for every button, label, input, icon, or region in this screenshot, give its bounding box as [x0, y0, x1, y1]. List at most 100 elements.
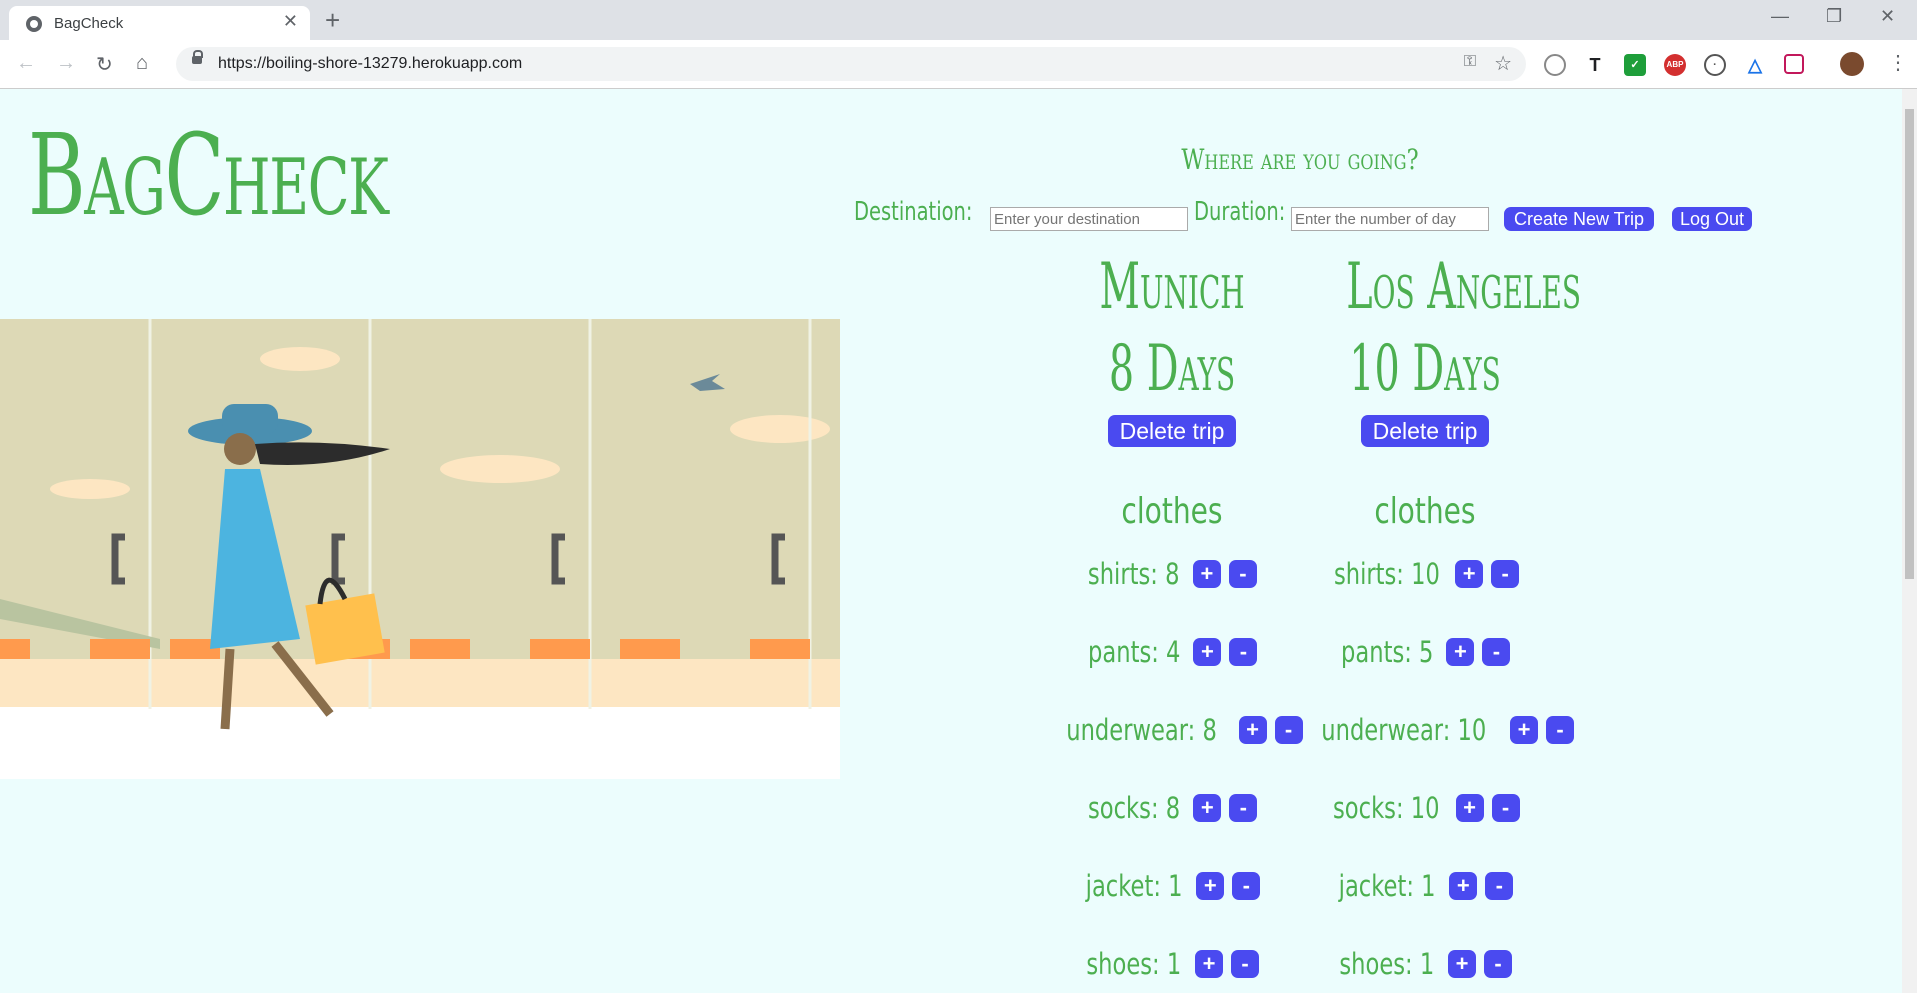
trip-duration: 8 Days [1108, 332, 1236, 406]
decrement-button[interactable]: - [1485, 872, 1514, 900]
list-item: pants: 4 + - [1045, 635, 1299, 713]
globe-icon [26, 16, 42, 32]
browser-tab-bar: BagCheck ✕ + — ❐ ✕ [0, 0, 1917, 40]
item-text: jacket: 1 [1338, 869, 1436, 903]
forward-icon[interactable]: → [56, 52, 76, 75]
list-item: socks: 10 + - [1298, 791, 1552, 869]
decrement-button[interactable]: - [1482, 638, 1511, 666]
increment-button[interactable]: + [1446, 638, 1475, 666]
decrement-button[interactable]: - [1232, 872, 1261, 900]
bookmark-star-icon[interactable]: ☆ [1494, 51, 1512, 76]
increment-button[interactable]: + [1195, 950, 1224, 978]
lock-icon [192, 50, 203, 64]
decrement-button[interactable]: - [1491, 560, 1520, 588]
item-text: shoes: 1 [1339, 947, 1435, 981]
trip-destination: Munich [1099, 250, 1245, 324]
delete-trip-button[interactable]: Delete trip [1361, 415, 1489, 447]
list-item: shirts: 10 + - [1298, 557, 1552, 635]
back-icon[interactable]: ← [16, 52, 36, 75]
new-trip-form: Destination: Duration: Create New Trip L… [854, 197, 1754, 237]
category-heading: clothes [1374, 491, 1476, 532]
item-list: shirts: 8 + - pants: 4 + - underwear: 8 + -… [1045, 557, 1303, 993]
destination-input[interactable] [990, 207, 1188, 231]
new-tab-icon[interactable]: + [325, 5, 340, 35]
category-heading: clothes [1121, 491, 1223, 532]
item-text: pants: 5 [1340, 635, 1433, 669]
list-item: pants: 5 + - [1298, 635, 1552, 713]
increment-button[interactable]: + [1448, 950, 1477, 978]
list-item: shirts: 8 + - [1045, 557, 1299, 635]
extension-dot-icon[interactable]: · [1704, 54, 1726, 76]
item-text: underwear: 10 [1321, 713, 1487, 747]
url-text: https://boiling-shore-13279.herokuapp.co… [218, 55, 523, 72]
destination-label: Destination: [854, 197, 973, 227]
minimize-icon[interactable]: — [1771, 6, 1789, 27]
adblock-icon[interactable]: ABP [1664, 54, 1686, 76]
hero-illustration [0, 319, 840, 779]
close-tab-icon[interactable]: ✕ [283, 11, 298, 32]
extension-triangle-icon[interactable]: △ [1744, 54, 1766, 76]
item-text: socks: 10 [1333, 791, 1441, 825]
list-item: socks: 8 + - [1045, 791, 1299, 869]
list-item: underwear: 10 + - [1298, 713, 1575, 791]
decrement-button[interactable]: - [1229, 794, 1258, 822]
trip-card: Los Angeles 10 Days Delete trip clothes … [1298, 249, 1581, 993]
decrement-button[interactable]: - [1229, 638, 1258, 666]
profile-avatar[interactable] [1840, 52, 1864, 76]
increment-button[interactable]: + [1192, 560, 1221, 588]
item-text: pants: 4 [1087, 635, 1180, 669]
decrement-button[interactable]: - [1546, 716, 1575, 744]
tab-title: BagCheck [54, 15, 124, 32]
item-text: shirts: 8 [1087, 557, 1180, 591]
extension-pocket-icon[interactable] [1784, 54, 1804, 74]
list-item: shoes: 1 + - [1298, 947, 1552, 993]
address-bar[interactable]: https://boiling-shore-13279.herokuapp.co… [176, 47, 1526, 81]
item-text: jacket: 1 [1085, 869, 1183, 903]
list-item: jacket: 1 + - [1045, 869, 1299, 947]
logout-button[interactable]: Log Out [1672, 207, 1752, 231]
decrement-button[interactable]: - [1228, 560, 1257, 588]
reload-icon[interactable]: ↻ [96, 52, 113, 77]
increment-button[interactable]: + [1455, 794, 1484, 822]
list-item: shoes: 1 + - [1045, 947, 1299, 993]
duration-label: Duration: [1194, 197, 1286, 227]
decrement-button[interactable]: - [1491, 794, 1520, 822]
where-heading: Where are you going? [1181, 143, 1419, 176]
increment-button[interactable]: + [1193, 638, 1222, 666]
list-item: jacket: 1 + - [1298, 869, 1552, 947]
duration-input[interactable] [1291, 207, 1489, 231]
trip-duration: 10 Days [1349, 332, 1501, 406]
home-icon[interactable]: ⌂ [136, 52, 148, 75]
page-scrollbar[interactable] [1902, 89, 1917, 993]
increment-button[interactable]: + [1510, 716, 1539, 744]
item-text: socks: 8 [1087, 791, 1180, 825]
increment-button[interactable]: + [1455, 560, 1484, 588]
create-trip-button[interactable]: Create New Trip [1504, 207, 1654, 231]
list-item: underwear: 8 + - [1045, 713, 1303, 791]
browser-tab[interactable]: BagCheck ✕ [9, 6, 310, 40]
increment-button[interactable]: + [1449, 872, 1478, 900]
item-text: shoes: 1 [1086, 947, 1182, 981]
browser-menu-icon[interactable]: ⋮ [1888, 50, 1908, 75]
trip-card: Munich 8 Days Delete trip clothes shirts… [1045, 249, 1303, 993]
window-close-icon[interactable]: ✕ [1880, 6, 1895, 27]
extension-check-icon[interactable]: ✓ [1624, 54, 1646, 76]
app-logo: BagCheck [28, 111, 389, 241]
item-list: shirts: 10 + - pants: 5 + - underwear: 10 … [1298, 557, 1575, 993]
increment-button[interactable]: + [1193, 794, 1222, 822]
trip-destination: Los Angeles [1346, 250, 1581, 324]
browser-toolbar: ← → ↻ ⌂ https://boiling-shore-13279.hero… [0, 40, 1917, 89]
key-icon[interactable]: ⚿ [1464, 53, 1476, 71]
page-content: BagCheck Where are you going? Destinatio… [0, 89, 1902, 993]
increment-button[interactable]: + [1238, 716, 1267, 744]
decrement-button[interactable]: - [1231, 950, 1260, 978]
scrollbar-thumb[interactable] [1905, 109, 1914, 579]
item-text: underwear: 8 [1066, 713, 1217, 747]
delete-trip-button[interactable]: Delete trip [1108, 415, 1236, 447]
increment-button[interactable]: + [1196, 872, 1225, 900]
extension-t-icon[interactable]: T [1584, 54, 1606, 76]
item-text: shirts: 10 [1333, 557, 1440, 591]
decrement-button[interactable]: - [1484, 950, 1513, 978]
extension-circle-icon[interactable] [1544, 54, 1566, 76]
restore-icon[interactable]: ❐ [1826, 6, 1842, 27]
